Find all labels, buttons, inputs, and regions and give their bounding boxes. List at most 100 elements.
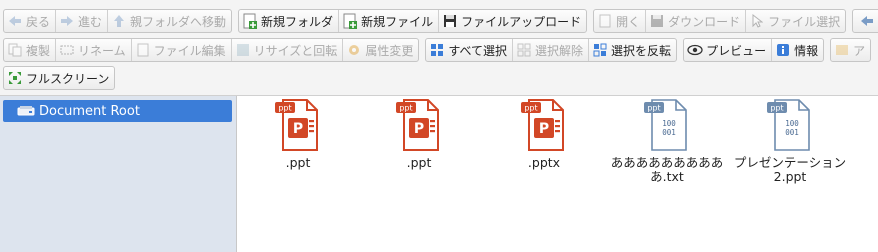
file-badge: ppt [278, 104, 291, 113]
edit-group: 複製 リネーム ファイル編集 リサイズと回転 属性変更 [3, 38, 420, 62]
invert-selection-icon [592, 42, 608, 58]
select-file-button[interactable]: ファイル選択 [746, 10, 845, 32]
powerpoint-file-icon: pptP [396, 99, 439, 151]
file-name: .pptx [527, 155, 561, 170]
preview-button[interactable]: プレビュー [684, 39, 773, 61]
new-file-button[interactable]: 新規ファイル [339, 10, 440, 32]
file-badge: ppt [524, 104, 537, 113]
extra-group [852, 9, 878, 33]
fullscreen-icon [7, 70, 23, 86]
select-all-label: すべて選択 [448, 43, 508, 58]
file-name: プレゼンテーション2.ppt [733, 155, 847, 184]
upload-button[interactable]: ファイルアップロード [439, 10, 586, 32]
toolbar-row-3: フルスクリーン [3, 66, 121, 92]
select-all-button[interactable]: すべて選択 [426, 39, 514, 61]
copy-label: 複製 [26, 43, 51, 58]
chmod-button[interactable]: 属性変更 [343, 39, 418, 61]
svg-text:P: P [293, 121, 303, 137]
floppy-disk-icon [442, 13, 458, 29]
download-icon [649, 13, 665, 29]
arrow-icon [859, 13, 875, 29]
archive-icon [834, 42, 850, 58]
download-button[interactable]: ダウンロード [646, 10, 747, 32]
arrow-up-icon [111, 13, 127, 29]
create-group: 新規フォルダ 新規ファイル ファイルアップロード [238, 9, 588, 33]
new-file-label: 新規ファイル [361, 14, 434, 29]
upload-label: ファイルアップロード [461, 14, 582, 29]
arrow-left-icon [7, 13, 23, 29]
file-badge: ppt [770, 104, 783, 113]
edit-icon [135, 42, 151, 58]
select-none-button[interactable]: 選択解除 [513, 39, 590, 61]
powerpoint-file-icon: pptP [521, 99, 564, 151]
parent-folder-button[interactable]: 親フォルダへ移動 [108, 10, 231, 32]
fullscreen-label: フルスクリーン [26, 71, 110, 86]
file-name: .ppt [285, 155, 311, 170]
edit-file-label: ファイル編集 [153, 43, 226, 58]
rename-button[interactable]: リネーム [56, 39, 132, 61]
file-badge: ppt [647, 104, 660, 113]
chmod-label: 属性変更 [365, 43, 414, 58]
edit-file-button[interactable]: ファイル編集 [132, 39, 232, 61]
new-folder-label: 新規フォルダ [261, 14, 334, 29]
file-item[interactable]: ppt 100 001 ああああああああああ.txt [607, 98, 727, 184]
svg-text:100: 100 [785, 119, 799, 128]
toolbar: 戻る 進む 親フォルダへ移動 新規フォルダ 新規ファイル ファイルアップロード … [0, 0, 878, 96]
view-group: プレビュー 情報 [683, 38, 825, 62]
parent-folder-label: 親フォルダへ移動 [130, 14, 227, 29]
binary-file-icon: ppt100001 [767, 99, 810, 151]
select-none-label: 選択解除 [535, 43, 584, 58]
tree-item-document-root[interactable]: Document Root [3, 100, 232, 122]
svg-text:P: P [539, 121, 549, 137]
select-all-icon [429, 42, 445, 58]
overflow-button[interactable] [853, 10, 878, 32]
file-item[interactable]: ppt 100 001 プレゼンテーション2.ppt [729, 98, 851, 184]
invert-selection-label: 選択を反転 [611, 43, 672, 58]
invert-selection-button[interactable]: 選択を反転 [589, 39, 676, 61]
info-icon [775, 42, 791, 58]
file-name: ああああああああああ.txt [610, 155, 724, 184]
nav-group: 戻る 進む 親フォルダへ移動 [3, 9, 233, 33]
powerpoint-file-icon: pptP [275, 99, 318, 151]
archive-group: ア [830, 38, 872, 62]
download-label: ダウンロード [668, 14, 741, 29]
archive-button[interactable]: ア [831, 39, 870, 61]
file-actions-group: 開く ダウンロード ファイル選択 [593, 9, 847, 33]
cursor-icon [749, 13, 765, 29]
arrow-right-icon [59, 13, 75, 29]
toolbar-row-1: 戻る 進む 親フォルダへ移動 新規フォルダ 新規ファイル ファイルアップロード … [3, 9, 878, 35]
open-button[interactable]: 開く [594, 10, 647, 32]
copy-button[interactable]: 複製 [4, 39, 57, 61]
resize-label: リサイズと回転 [253, 43, 338, 58]
svg-text:001: 001 [785, 128, 799, 137]
info-label: 情報 [794, 43, 819, 58]
back-button[interactable]: 戻る [4, 10, 57, 32]
toolbar-row-2: 複製 リネーム ファイル編集 リサイズと回転 属性変更 すべて選択 選択解除 選… [3, 38, 877, 64]
select-file-label: ファイル選択 [768, 14, 841, 29]
eye-icon [687, 42, 703, 58]
selection-group: すべて選択 選択解除 選択を反転 [425, 38, 678, 62]
svg-text:P: P [414, 121, 424, 137]
copy-icon [7, 42, 23, 58]
new-file-icon [342, 13, 358, 29]
archive-label: ア [853, 43, 866, 58]
back-label: 戻る [26, 14, 51, 29]
info-button[interactable]: 情報 [772, 39, 823, 61]
new-folder-button[interactable]: 新規フォルダ [239, 10, 340, 32]
file-badge: ppt [399, 104, 412, 113]
fullscreen-group: フルスクリーン [3, 66, 116, 90]
fullscreen-button[interactable]: フルスクリーン [4, 67, 114, 89]
resize-icon [235, 42, 251, 58]
svg-text:001: 001 [662, 128, 676, 137]
rename-icon [59, 42, 75, 58]
tree-item-label: Document Root [39, 103, 140, 119]
resize-button[interactable]: リサイズと回転 [232, 39, 344, 61]
drive-icon [17, 104, 35, 118]
gear-icon [346, 42, 362, 58]
file-item[interactable]: ppt P .ppt [239, 98, 357, 170]
forward-button[interactable]: 進む [56, 10, 109, 32]
file-name: .ppt [406, 155, 432, 170]
file-item[interactable]: ppt P .ppt [360, 98, 478, 170]
file-item[interactable]: ppt P .pptx [485, 98, 603, 170]
select-none-icon [516, 42, 532, 58]
